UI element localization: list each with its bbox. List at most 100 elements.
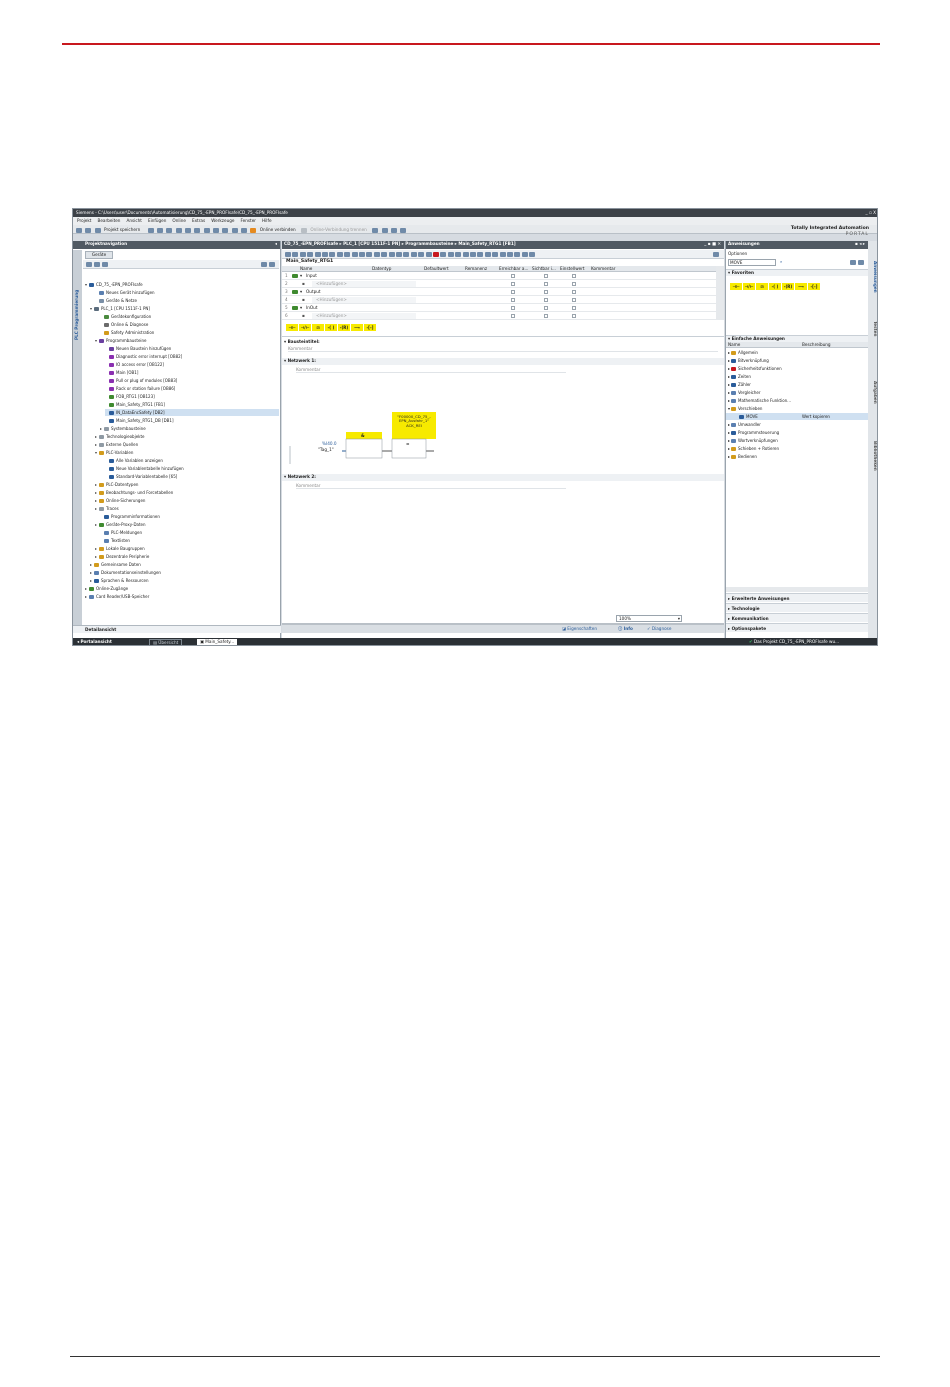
project-tree-item[interactable]: ▸ Dezentrale Peripherie — [95, 553, 279, 560]
menu-item[interactable]: Ansicht — [126, 218, 141, 223]
project-tree-item[interactable]: Main_Safety_RTG1 [FB1] — [105, 401, 279, 408]
interface-row[interactable]: 6 ▪ <Hinzufügen> — [282, 312, 716, 320]
ladder-instruction-button[interactable]: -[-] — [808, 283, 820, 290]
checkbox[interactable] — [544, 274, 548, 278]
checkbox[interactable] — [511, 314, 515, 318]
instruction-search-input[interactable]: MOVE — [728, 259, 776, 266]
editor-tool-icon[interactable] — [314, 252, 321, 257]
project-tree-item[interactable]: ▾ CD_75_-EPN_PROFIsafe — [85, 281, 279, 288]
project-tree-item[interactable]: ▸ Card Reader/USB-Speicher — [85, 593, 279, 600]
nav-add-icon[interactable] — [86, 262, 92, 267]
ladder-instruction-button[interactable]: -( ) — [769, 283, 781, 290]
project-tree-item[interactable]: Geräte & Netze — [95, 297, 279, 304]
checkbox[interactable] — [572, 298, 576, 302]
zoom-select[interactable]: 100% ▾ — [616, 615, 682, 622]
task-card-tab[interactable]: Aufgaben — [873, 381, 877, 404]
ladder-instruction-button[interactable]: -(R) — [782, 283, 794, 290]
open-project-icon[interactable] — [85, 227, 92, 233]
project-tree-item[interactable]: Main [OB1] — [105, 369, 279, 376]
task-card-tab[interactable]: Anweisungen — [873, 261, 877, 293]
portal-view-button[interactable]: ◂ Portalansicht — [77, 639, 112, 644]
interface-column-header[interactable]: Remanenz — [465, 266, 497, 271]
editor-tool-icon[interactable] — [462, 252, 469, 257]
ladder-instruction-button[interactable]: ⊣/⊢ — [299, 324, 311, 331]
project-tree-item[interactable]: Gerätekonfiguration — [100, 313, 279, 320]
search-icon[interactable]: ⌕ — [780, 259, 782, 264]
main-safety-tab[interactable]: ▣ Main_Safety... — [197, 639, 238, 645]
interface-column-header[interactable]: Kommentar — [591, 266, 691, 271]
project-tree-item[interactable]: ▸ Online-Zugänge — [85, 585, 279, 592]
instruction-section-header[interactable]: ▸ Technologie — [726, 603, 869, 612]
collapse-panel-icon[interactable]: ◂ — [275, 241, 277, 246]
menu-item[interactable]: Projekt — [77, 218, 91, 223]
instruction-tree-item[interactable]: ▸ Bedienen — [726, 453, 869, 460]
project-tree-item[interactable]: ▸ Lokale Baugruppen — [95, 545, 279, 552]
download-icon[interactable] — [222, 227, 229, 233]
menu-item[interactable]: Online — [172, 218, 186, 223]
project-tree-item[interactable]: ▸ Externe Quellen — [95, 441, 279, 448]
project-tree-item[interactable]: Online & Diagnose — [100, 321, 279, 328]
properties-tab[interactable]: ◪ Eigenschaften — [562, 626, 597, 631]
checkbox[interactable] — [572, 274, 576, 278]
instruction-tree-item[interactable]: ▸ Sicherheitsfunktionen — [726, 365, 869, 372]
editor-tool-icon[interactable] — [484, 252, 491, 257]
checkbox[interactable] — [572, 306, 576, 310]
checkbox[interactable] — [544, 290, 548, 294]
go-offline-icon[interactable] — [301, 227, 308, 233]
editor-tool-icon[interactable] — [292, 252, 299, 257]
print-icon[interactable] — [147, 227, 154, 233]
collapse-arrow-icon[interactable]: ▾ — [300, 304, 302, 311]
editor-tool-icon[interactable] — [344, 252, 351, 257]
instruction-tree-item[interactable]: MOVE Wert kopieren — [726, 413, 869, 420]
window-controls[interactable]: _ ▫ X — [866, 209, 876, 217]
project-tree-item[interactable]: IO access error [OB122] — [105, 361, 279, 368]
checkbox[interactable] — [511, 274, 515, 278]
redo-icon[interactable] — [203, 227, 210, 233]
instruction-tree-item[interactable]: ▸ Bitverknüpfung — [726, 357, 869, 364]
upload-icon[interactable] — [231, 227, 238, 233]
network2-header[interactable]: ▾ Netzwerk 2: — [282, 474, 724, 481]
settings-icon[interactable] — [858, 260, 864, 265]
checkbox[interactable] — [544, 306, 548, 310]
network2-comment[interactable]: Kommentar — [296, 483, 566, 490]
project-tree-item[interactable]: Programminformationen — [100, 513, 279, 520]
interface-column-header[interactable]: Datentyp — [372, 266, 422, 271]
project-tree-item[interactable]: Neues Gerät hinzufügen — [95, 289, 279, 296]
network1-comment[interactable]: Kommentar — [296, 367, 566, 374]
instruction-tree-item[interactable]: ▸ Allgemein — [726, 349, 869, 356]
instruction-section-header[interactable]: ▸ Optionspakete — [726, 623, 869, 632]
menu-item[interactable]: Fenster — [240, 218, 256, 223]
project-tree-item[interactable]: Standard-Variablentabelle [65] — [105, 473, 279, 480]
project-tree-item[interactable]: PLC-Meldungen — [100, 529, 279, 536]
editor-tool-icon[interactable] — [529, 252, 536, 257]
nav-forward-icon[interactable] — [102, 262, 108, 267]
project-tree-item[interactable]: ▸ Sprachen & Ressourcen — [90, 577, 279, 584]
devices-tab[interactable]: Geräte — [85, 251, 113, 259]
block-comment[interactable]: Kommentar — [288, 346, 718, 353]
project-tree-item[interactable]: FOB_RTG1 [OB123] — [105, 393, 279, 400]
interface-row[interactable]: 3 ▾ Output — [282, 288, 716, 296]
plc-programming-vertical-label[interactable]: PLC Programmierung — [74, 290, 79, 340]
editor-tool-icon[interactable] — [351, 252, 358, 257]
editor-tool-icon[interactable] — [470, 252, 476, 257]
project-tree-item[interactable]: Diagnostic error interrupt [OB82] — [105, 353, 279, 360]
task-card-tab[interactable]: Testen — [873, 321, 877, 336]
checkbox[interactable] — [544, 282, 548, 286]
paste-icon[interactable] — [175, 227, 182, 233]
interface-row[interactable]: 5 ▾ InOut — [282, 304, 716, 312]
ladder-instruction-button[interactable]: ⟶ — [351, 324, 363, 331]
editor-tool-icon[interactable] — [285, 252, 291, 257]
contact-tag[interactable]: "Tag_1" — [318, 447, 334, 452]
editor-tool-icon[interactable] — [455, 252, 462, 257]
instruction-tree-item[interactable]: ▸ Mathematische Funktion... — [726, 397, 869, 404]
project-tree-item[interactable]: Alle Variablen anzeigen — [105, 457, 279, 464]
ladder-instruction-button[interactable]: ⊣/⊢ — [743, 283, 755, 290]
cut-icon[interactable] — [156, 227, 163, 233]
close-editor-icon[interactable] — [400, 227, 407, 233]
project-tree-item[interactable]: ▸ Geräte-Proxy-Daten — [95, 521, 279, 528]
and-box[interactable] — [345, 438, 383, 459]
interface-row[interactable]: 4 ▪ <Hinzufügen> — [282, 296, 716, 304]
diagnostics-tab[interactable]: ✓ Diagnose — [647, 626, 671, 631]
project-tree-item[interactable]: ▾ PLC-Variablen — [95, 449, 279, 456]
go-online-icon[interactable] — [250, 227, 257, 233]
